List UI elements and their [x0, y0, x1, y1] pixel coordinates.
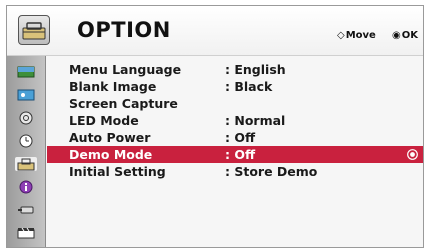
menu-row-demo-mode[interactable]: Demo Mode : Off: [47, 146, 423, 163]
row-value: : Normal: [225, 113, 286, 128]
picture-icon[interactable]: [15, 65, 37, 79]
menu-row-led-mode[interactable]: LED Mode : Normal: [47, 112, 423, 129]
move-hint-label: Move: [345, 30, 376, 41]
row-value: : Off: [225, 130, 256, 145]
move-arrows-icon: ◇: [337, 30, 345, 41]
menu-row-blank-image[interactable]: Blank Image : Black: [47, 78, 423, 95]
category-sidebar: [7, 56, 46, 247]
screen-icon[interactable]: [15, 88, 37, 102]
row-label: Screen Capture: [69, 96, 178, 111]
menu-row-menu-language[interactable]: Menu Language : English: [47, 61, 423, 78]
time-icon[interactable]: [15, 134, 37, 148]
row-value: : Black: [225, 79, 273, 94]
row-label: Initial Setting: [69, 164, 166, 179]
row-value: : Store Demo: [225, 164, 318, 179]
option-toolbox-icon: [18, 15, 50, 45]
row-label: Demo Mode: [69, 147, 153, 162]
menu-header: OPTION ◇Move ◉OK: [7, 6, 423, 56]
menu-row-screen-capture[interactable]: Screen Capture: [47, 95, 423, 112]
option-list: Menu Language : English Blank Image : Bl…: [47, 61, 423, 180]
row-value: : English: [225, 62, 286, 77]
menu-row-auto-power[interactable]: Auto Power : Off: [47, 129, 423, 146]
row-label: Auto Power: [69, 130, 151, 145]
move-hint: ◇Move: [337, 30, 376, 41]
audio-icon[interactable]: [15, 111, 37, 125]
input-icon[interactable]: [15, 203, 37, 217]
menu-row-initial-setting[interactable]: Initial Setting : Store Demo: [47, 163, 423, 180]
ok-select-icon: [407, 149, 418, 160]
row-value: : Off: [225, 147, 256, 162]
row-label: Menu Language: [69, 62, 182, 77]
media-icon[interactable]: [15, 226, 37, 240]
info-icon[interactable]: [15, 180, 37, 194]
option-icon[interactable]: [15, 157, 37, 171]
page-title: OPTION: [77, 18, 171, 42]
ok-hint: ◉OK: [392, 30, 418, 41]
row-label: LED Mode: [69, 113, 139, 128]
row-label: Blank Image: [69, 79, 157, 94]
ok-button-icon: ◉: [392, 30, 401, 41]
ok-hint-label: OK: [401, 30, 418, 41]
option-menu-window: OPTION ◇Move ◉OK Menu Language: English…: [6, 5, 424, 248]
